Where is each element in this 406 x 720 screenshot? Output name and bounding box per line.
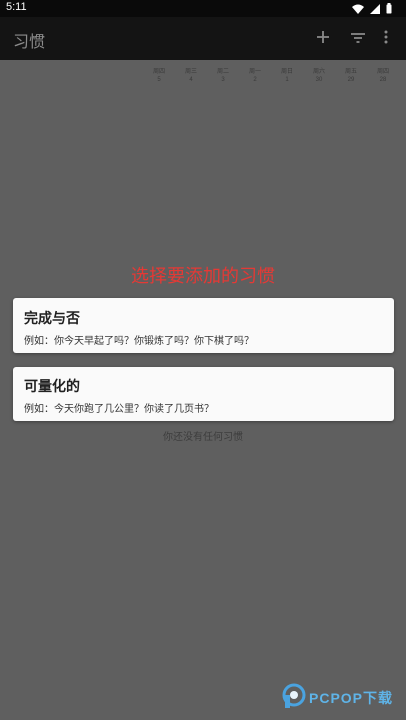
option-measurable-habit[interactable]: 可量化的 例如：今天你跑了几公里？你读了几页书？ [13,367,394,421]
day-column: 周一 2 [239,68,271,84]
day-column: 周日 1 [271,68,303,84]
battery-icon [386,3,392,14]
page-title: 习惯 [13,32,46,51]
more-options-button[interactable] [375,27,397,49]
signal-icon [370,3,380,14]
empty-state-text: 你还没有任何习惯 [163,432,243,443]
day-column: 周五 29 [335,68,367,84]
day-column: 周六 30 [303,68,335,84]
add-habit-button[interactable] [312,27,334,49]
watermark-logo-icon [282,683,306,713]
option-yes-no-habit[interactable]: 完成与否 例如：你今天早起了吗？你锻炼了吗？你下棋了吗？ [13,298,394,353]
day-name: 周一 [248,69,261,75]
app-bar: 习惯 [0,17,406,60]
day-number: 5 [157,77,161,83]
status-time: 5:11 [6,1,27,13]
day-column: 周二 3 [207,68,239,84]
day-number: 28 [379,77,387,83]
day-name: 周五 [344,69,357,75]
day-number: 2 [253,77,257,83]
day-name: 周四 [152,69,165,75]
filter-icon [351,29,365,48]
filter-button[interactable] [347,27,369,49]
day-name: 周三 [184,69,197,75]
option-description: 例如：你今天早起了吗？你锻炼了吗？你下棋了吗？ [24,336,254,347]
day-column: 周三 4 [175,68,207,84]
option-title: 可量化的 [24,379,80,395]
option-description: 例如：今天你跑了几公里？你读了几页书？ [24,404,214,415]
plus-icon [316,29,330,48]
watermark: PCPOP下载 [282,683,393,713]
watermark-text: PCPOP下载 [309,690,394,706]
option-title: 完成与否 [24,311,80,327]
add-habit-prompt: 选择要添加的习惯 [131,266,275,287]
day-number: 29 [347,77,355,83]
day-name: 周四 [376,69,389,75]
wifi-icon [352,4,364,14]
day-column: 周四 28 [367,68,399,84]
day-number: 1 [285,77,289,83]
status-bar: 5:11 [0,0,406,17]
day-name: 周六 [312,69,325,75]
day-column: 周四 5 [143,68,175,84]
day-name: 周二 [216,69,229,75]
day-number: 4 [189,77,193,83]
day-name: 周日 [280,69,293,75]
more-vert-icon [384,29,388,48]
day-number: 3 [221,77,225,83]
day-number: 30 [315,77,323,83]
system-icons [352,3,392,14]
day-header: 周四 5 周三 4 周二 3 周一 2 周日 1 周六 30 周五 29 周四 28 [143,68,399,84]
